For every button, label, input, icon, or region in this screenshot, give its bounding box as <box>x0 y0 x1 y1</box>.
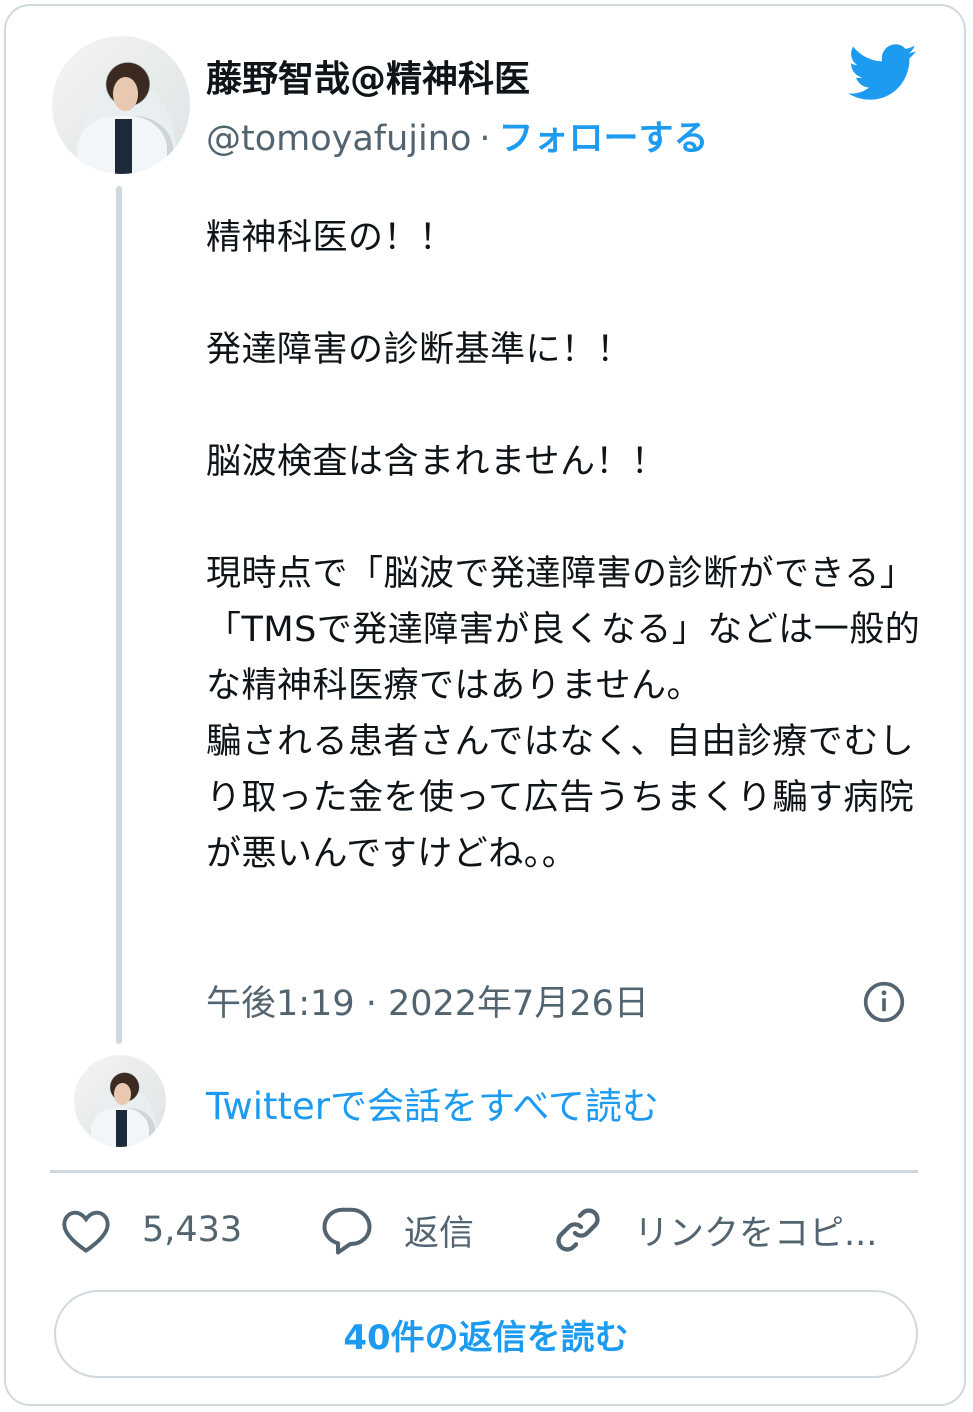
read-replies-label: 40件の返信を読む <box>343 1317 629 1358</box>
reply-label: 返信 <box>404 1213 475 1254</box>
follow-button[interactable]: フォローする <box>499 119 709 159</box>
read-replies-button[interactable]: 40件の返信を読む <box>54 1290 918 1378</box>
tweet-timestamp[interactable]: 午後1:19 · 2022年7月26日 <box>206 975 649 1026</box>
copy-link-label: リンクをコピ... <box>634 1213 878 1254</box>
twitter-bird-icon[interactable] <box>848 44 918 102</box>
author-name[interactable]: 藤野智哉@精神科医 <box>206 50 530 102</box>
reply-button[interactable]: 返信 <box>320 1200 474 1260</box>
conversation-avatar[interactable] <box>74 1055 166 1147</box>
separator-dot: · <box>479 119 491 159</box>
author-avatar[interactable] <box>52 36 190 174</box>
like-button[interactable]: 5,433 <box>60 1200 242 1260</box>
like-count: 5,433 <box>142 1210 243 1250</box>
author-handle-row: @tomoyafujino · フォローする <box>206 110 709 161</box>
tweet-text: 精神科医の！！ 発達障害の診断基準に！！ 脳波検査は含まれません！！ 現時点で「… <box>206 218 921 874</box>
heart-icon <box>62 1210 110 1253</box>
copy-link-button[interactable]: リンクをコピ... <box>552 1200 877 1260</box>
author-handle[interactable]: @tomoyafujino <box>206 119 471 159</box>
info-icon[interactable] <box>862 980 906 1024</box>
divider <box>50 1170 918 1173</box>
read-conversation-link[interactable]: Twitterで会話をすべて読む <box>206 1076 659 1130</box>
link-icon <box>556 1208 600 1252</box>
thread-line <box>116 186 122 1044</box>
reply-icon <box>322 1207 372 1255</box>
